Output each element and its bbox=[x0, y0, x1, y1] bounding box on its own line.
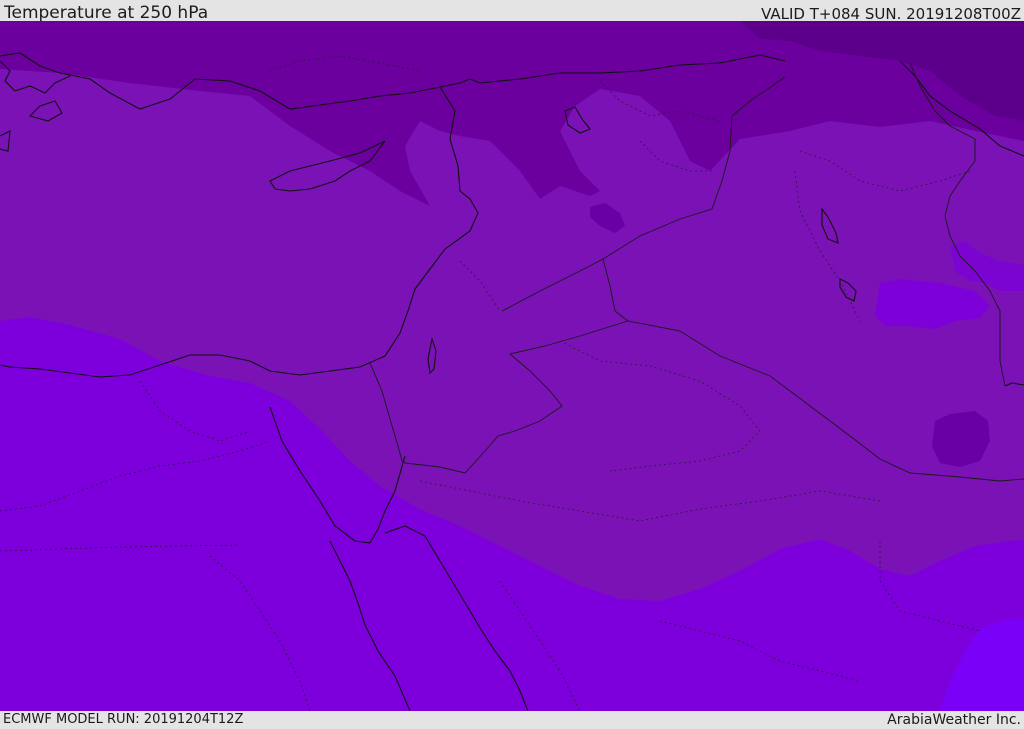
map-header: Temperature at 250 hPa VALID T+084 SUN. … bbox=[0, 0, 1024, 23]
map-title: Temperature at 250 hPa bbox=[4, 3, 209, 23]
map-canvas bbox=[0, 21, 1024, 711]
credit-label: ArabiaWeather Inc. bbox=[887, 712, 1021, 728]
model-run-label: ECMWF MODEL RUN: 20191204T12Z bbox=[3, 712, 244, 727]
weather-map bbox=[0, 21, 1024, 711]
map-footer: ECMWF MODEL RUN: 20191204T12Z ArabiaWeat… bbox=[0, 711, 1024, 729]
